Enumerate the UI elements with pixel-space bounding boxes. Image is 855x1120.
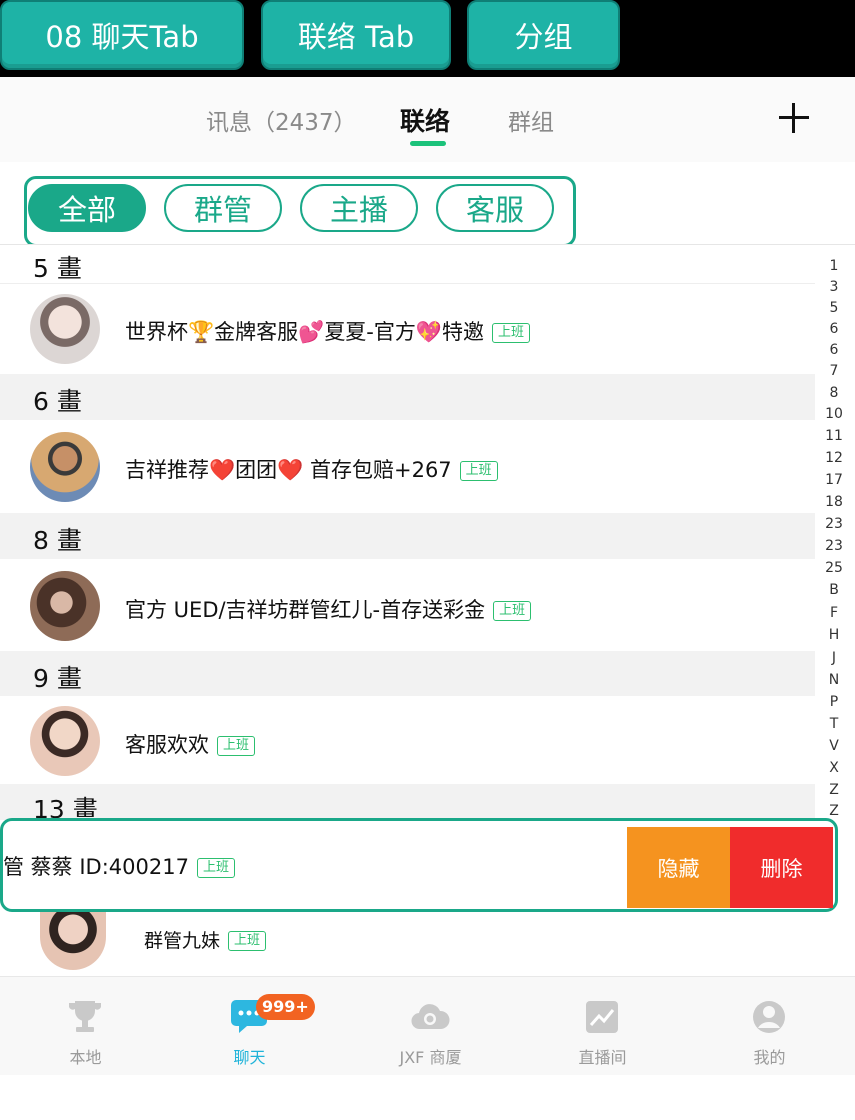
- avatar: [40, 912, 106, 970]
- section-title: 6 畫: [33, 387, 82, 416]
- status-badge: 上班: [459, 461, 498, 481]
- index-letter[interactable]: Z: [817, 803, 851, 819]
- cloud-icon: [411, 1004, 450, 1030]
- tab-label: 聊天: [233, 1048, 266, 1067]
- status-badge: 上班: [217, 736, 256, 756]
- status-badge: 上班: [228, 931, 267, 951]
- status-badge: 上班: [493, 601, 532, 621]
- tab-local[interactable]: 本地: [0, 977, 171, 1076]
- index-letter[interactable]: F: [817, 605, 851, 621]
- contact-row[interactable]: 群管九妹 上班: [0, 912, 815, 976]
- index-letter[interactable]: 23: [817, 516, 851, 532]
- tab-jxf-mall[interactable]: JXF 商厦: [345, 977, 516, 1076]
- bottom-spacer: [0, 1075, 855, 1120]
- tab-label: 本地: [69, 1048, 102, 1067]
- add-icon[interactable]: [776, 100, 812, 136]
- index-letter[interactable]: 8: [817, 385, 851, 401]
- index-letter[interactable]: 23: [817, 538, 851, 554]
- contact-name: 官方 UED/吉祥坊群管红儿-首存送彩金 上班: [125, 594, 532, 624]
- tab-chat[interactable]: 聊天: [164, 977, 335, 1076]
- contact-name: 群管九妹 上班: [144, 926, 267, 953]
- annotation-tab-chat[interactable]: 08 聊天Tab: [0, 0, 244, 70]
- index-letter[interactable]: N: [817, 672, 851, 688]
- index-letter[interactable]: T: [817, 716, 851, 732]
- index-letter[interactable]: V: [817, 738, 851, 754]
- contact-row[interactable]: 官方 UED/吉祥坊群管红儿-首存送彩金 上班: [0, 559, 815, 651]
- index-letter[interactable]: 3: [817, 279, 851, 295]
- filter-all[interactable]: 全部: [28, 184, 146, 232]
- contact-name: 客服欢欢 上班: [125, 729, 256, 759]
- contact-row[interactable]: 吉祥推荐❤️团团❤️ 首存包赔+267 上班: [0, 420, 815, 513]
- delete-button[interactable]: 删除: [730, 827, 833, 908]
- section-header: 8 畫: [0, 513, 815, 559]
- index-letter[interactable]: Z: [817, 782, 851, 798]
- tab-me[interactable]: 我的: [684, 977, 855, 1076]
- avatar: [30, 706, 100, 776]
- contact-name: 吉祥推荐❤️团团❤️ 首存包赔+267 上班: [125, 454, 498, 484]
- section-header: 6 畫: [0, 374, 815, 420]
- index-letter[interactable]: P: [817, 694, 851, 710]
- section-title: 5 畫: [33, 254, 82, 283]
- user-icon: [753, 1001, 785, 1033]
- index-letter[interactable]: 6: [817, 342, 851, 358]
- filter-group-admin[interactable]: 群管: [164, 184, 282, 232]
- section-title: 8 畫: [33, 526, 82, 555]
- trophy-icon: [69, 1001, 101, 1032]
- tab-live-room[interactable]: 直播间: [517, 977, 688, 1076]
- avatar: [30, 571, 100, 641]
- filter-host[interactable]: 主播: [300, 184, 418, 232]
- index-letter[interactable]: 10: [817, 406, 851, 422]
- bottom-tab-bar: 本地 聊天 JXF 商厦 直播间 我的: [0, 976, 855, 1076]
- section-header: 13 畫: [0, 784, 815, 824]
- section-header: 9 畫: [0, 651, 815, 696]
- hide-button[interactable]: 隐藏: [627, 827, 730, 908]
- status-badge: 上班: [196, 858, 235, 878]
- index-letter[interactable]: 25: [817, 560, 851, 576]
- index-letter[interactable]: 5: [817, 300, 851, 316]
- tab-groups[interactable]: 群组: [508, 103, 554, 137]
- index-letter[interactable]: 7: [817, 363, 851, 379]
- index-letter[interactable]: H: [817, 627, 851, 643]
- index-letter[interactable]: B: [817, 582, 851, 598]
- index-letter[interactable]: 18: [817, 494, 851, 510]
- unread-badge: 999+: [256, 994, 315, 1020]
- tab-contacts[interactable]: 联络: [400, 102, 450, 138]
- tab-label: 我的: [753, 1048, 786, 1067]
- contact-name: 世界杯🏆金牌客服💕夏夏-官方💖特邀 上班: [125, 316, 531, 346]
- index-letter[interactable]: J: [817, 650, 851, 666]
- avatar: [30, 294, 100, 364]
- avatar: [30, 432, 100, 502]
- annotation-tab-contacts[interactable]: 联络 Tab: [261, 0, 451, 70]
- top-navigation: 讯息（2437） 联络 群组: [0, 77, 855, 162]
- filter-customer-service[interactable]: 客服: [436, 184, 554, 232]
- index-letter[interactable]: 12: [817, 450, 851, 466]
- status-badge: 上班: [492, 323, 531, 343]
- index-letter[interactable]: 1: [817, 258, 851, 274]
- active-tab-underline: [410, 141, 446, 146]
- index-letter[interactable]: 17: [817, 472, 851, 488]
- contact-row[interactable]: 世界杯🏆金牌客服💕夏夏-官方💖特邀 上班: [0, 283, 815, 374]
- contact-row[interactable]: 客服欢欢 上班: [0, 696, 815, 784]
- section-title: 9 畫: [33, 664, 82, 693]
- tab-messages[interactable]: 讯息（2437）: [206, 103, 357, 137]
- tab-label: JXF 商厦: [399, 1048, 462, 1067]
- index-letter[interactable]: 11: [817, 428, 851, 444]
- section-header: 5 畫: [0, 245, 815, 283]
- index-letter[interactable]: 6: [817, 321, 851, 337]
- contact-name: 管 蔡蔡 ID:400217 上班: [3, 851, 235, 881]
- live-icon: [586, 1001, 618, 1033]
- tab-label: 直播间: [578, 1048, 627, 1067]
- annotation-tab-group[interactable]: 分组: [467, 0, 620, 70]
- index-letter[interactable]: X: [817, 760, 851, 776]
